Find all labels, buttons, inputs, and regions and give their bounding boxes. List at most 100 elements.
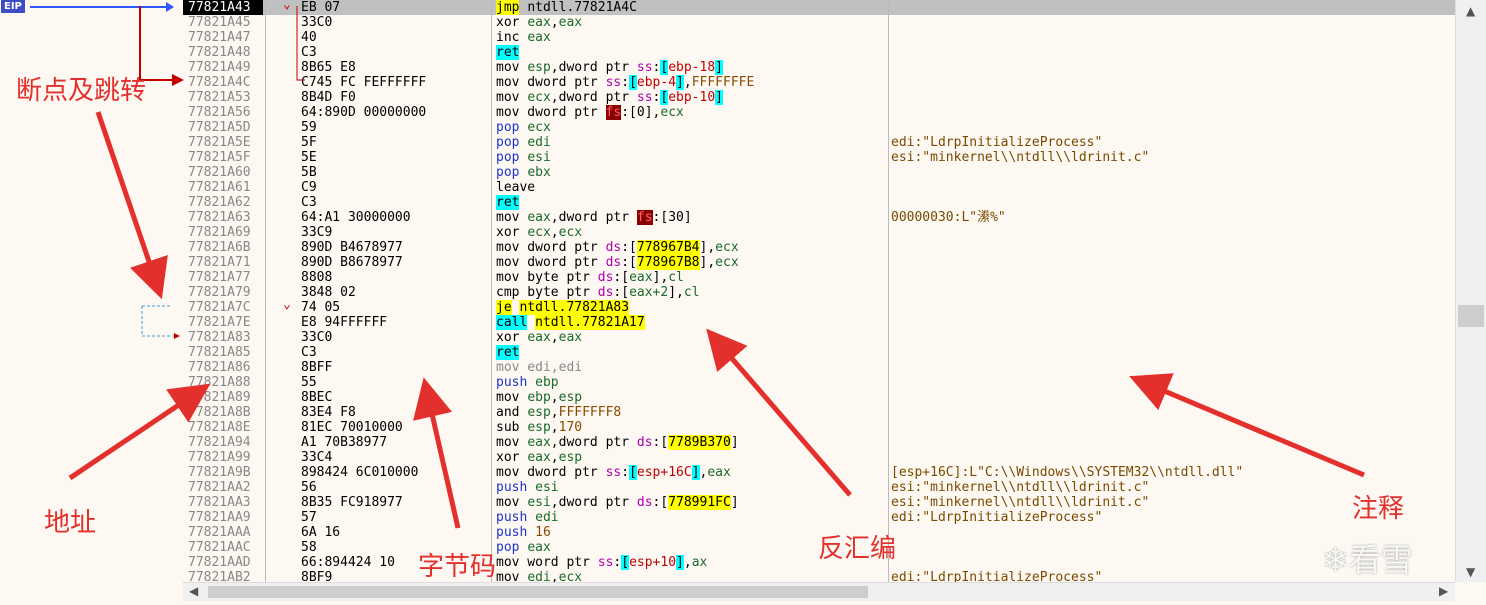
asm-token: ecx — [527, 120, 551, 135]
asm-token: eax — [527, 330, 551, 345]
asm-token: mov — [496, 60, 520, 75]
table-row[interactable]: 77821A4C C745 FC FEFFFFFF mov dword ptr ss… — [183, 75, 1455, 90]
horizontal-scrollbar[interactable]: ◀ ▶ — [183, 582, 1455, 601]
table-row[interactable]: 77821A45 33C0 xor eax,eax — [183, 15, 1455, 30]
table-row[interactable]: 77821A5D 59 pop ecx — [183, 120, 1455, 135]
bytes-cell: 83E4 F8 — [301, 405, 356, 420]
asm-token: ] — [730, 435, 739, 450]
table-row[interactable]: 77821A63 64:A1 30000000 mov eax,dword ptr … — [183, 210, 1455, 225]
table-row[interactable]: 77821AB2 8BF9 mov edi,ecx edi:"LdrpInitiali… — [183, 570, 1455, 582]
table-row[interactable]: 77821A56 64:890D 00000000 mov dword ptr fs… — [183, 105, 1455, 120]
asm-token: pop — [496, 150, 520, 165]
table-row[interactable]: 77821A89 8BEC mov ebp,esp — [183, 390, 1455, 405]
table-row[interactable]: 77821A88 55 push ebp — [183, 375, 1455, 390]
table-row[interactable]: 77821A99 33C4 xor eax,esp — [183, 450, 1455, 465]
asm-token: ], — [699, 255, 716, 270]
column-separator — [888, 0, 889, 582]
asm-token: : — [621, 75, 630, 90]
address-cell: 77821A5D — [188, 120, 251, 135]
scroll-right-icon[interactable]: ▶ — [1439, 584, 1448, 598]
asm-token: fs — [636, 210, 653, 225]
disassembly-cell: pop ecx — [496, 120, 551, 135]
asm-token: ecx — [558, 225, 583, 240]
table-row[interactable]: 77821A43 ⌄ EB 07 jmp ntdll.77821A4C — [183, 0, 1455, 15]
asm-token: , — [550, 570, 559, 582]
table-row[interactable]: 77821A86 8BFF mov edi,edi — [183, 360, 1455, 375]
asm-token: word ptr — [519, 555, 598, 570]
disassembly-cell: pop edi — [496, 135, 551, 150]
table-row[interactable]: 77821A61 C9 leave — [183, 180, 1455, 195]
vertical-scroll-thumb[interactable] — [1458, 305, 1484, 327]
table-row[interactable]: 77821A49 8B65 E8 mov esp,dword ptr ss:[ebp… — [183, 60, 1455, 75]
table-row[interactable]: 77821A60 5B pop ebx — [183, 165, 1455, 180]
asm-token: push — [496, 480, 528, 495]
scroll-down-icon[interactable]: ▼ — [1466, 565, 1475, 579]
table-row[interactable]: 77821A9B 898424 6C010000 mov dword ptr ss:… — [183, 465, 1455, 480]
disassembly-cell: xor eax,eax — [496, 15, 582, 30]
asm-token: 7789B370 — [668, 435, 731, 450]
disassembly-cell: mov ebp,esp — [496, 390, 582, 405]
asm-token: ] — [715, 90, 723, 105]
table-row[interactable]: 77821A7C ⌄ 74 05 je ntdll.77821A83 — [183, 297, 1455, 315]
asm-token: mov — [496, 75, 520, 90]
table-row[interactable]: 77821AA3 8B35 FC918977 mov esi,dword ptr d… — [183, 495, 1455, 510]
disassembly-cell: mov dword ptr fs:[0],ecx — [496, 105, 684, 120]
asm-token: ss — [597, 555, 614, 570]
asm-token: :[ — [613, 285, 630, 300]
table-row[interactable]: 77821A47 40 inc eax — [183, 30, 1455, 45]
asm-token: ds — [597, 285, 614, 300]
table-row[interactable]: 77821A7E E8 94FFFFFF call ntdll.77821A17 — [183, 315, 1455, 330]
table-row[interactable]: 77821A8B 83E4 F8 and esp,FFFFFFF8 — [183, 405, 1455, 420]
horizontal-scroll-thumb[interactable] — [208, 586, 868, 598]
table-row[interactable]: 77821A8E 81EC 70010000 sub esp,170 — [183, 420, 1455, 435]
table-row[interactable]: 77821A5F 5E pop esi esi:"minkernel\\ntdll\\… — [183, 150, 1455, 165]
table-row[interactable]: 77821A83 33C0 xor eax,eax — [183, 330, 1455, 345]
address-cell: 77821AAA — [188, 525, 251, 540]
disassembly-cell: sub esp,170 — [496, 420, 582, 435]
asm-token: ebp-18 — [668, 60, 716, 75]
bytes-cell: 57 — [301, 510, 317, 525]
vertical-scrollbar[interactable]: ▲ ▼ — [1455, 0, 1486, 582]
table-row[interactable]: 77821A71 890D B8678977 mov dword ptr ds:[7… — [183, 255, 1455, 270]
asm-token: ebp-4 — [636, 75, 677, 90]
address-cell: 77821A49 — [188, 60, 251, 75]
asm-token: mov — [496, 495, 520, 510]
scroll-left-icon[interactable]: ◀ — [189, 584, 198, 598]
asm-token: mov — [496, 210, 520, 225]
asm-token: xor — [496, 15, 520, 30]
table-row[interactable]: 77821A5E 5F pop edi edi:"LdrpInitializeProc… — [183, 135, 1455, 150]
asm-token: :[ — [613, 270, 630, 285]
asm-token: edi — [527, 135, 551, 150]
asm-token: ], — [668, 285, 684, 300]
scroll-up-icon[interactable]: ▲ — [1466, 4, 1475, 18]
table-row[interactable]: 77821AA9 57 push edi edi:"LdrpInitializePro… — [183, 510, 1455, 525]
table-row[interactable]: 77821A69 33C9 xor ecx,ecx — [183, 225, 1455, 240]
bytes-cell: 8BFF — [301, 360, 333, 375]
asm-token: mov — [496, 90, 520, 105]
table-row[interactable]: 77821A85 C3 ret — [183, 345, 1455, 360]
address-cell: 77821A48 — [188, 45, 251, 60]
address-cell: 77821A83 — [188, 330, 251, 345]
address-cell: 77821A88 — [188, 375, 251, 390]
table-row[interactable]: 77821A53 8B4D F0 mov ecx,dword ptr ss:[ebp… — [183, 90, 1455, 105]
bytes-cell: 58 — [301, 540, 317, 555]
table-row[interactable]: 77821A79 3848 02 cmp byte ptr ds:[eax+2],c… — [183, 285, 1455, 300]
table-row[interactable]: 77821A6B 890D B4678977 mov dword ptr ds:[7… — [183, 240, 1455, 255]
table-row[interactable]: 77821A94 A1 70B38977 mov eax,dword ptr ds:… — [183, 435, 1455, 450]
asm-token: pop — [496, 540, 520, 555]
address-cell: 77821A5F — [188, 150, 251, 165]
asm-token: ecx — [660, 105, 684, 120]
table-row[interactable]: 77821AA2 56 push esi esi:"minkernel\\ntdll\… — [183, 480, 1455, 495]
asm-token: 16 — [535, 525, 551, 540]
bytes-cell: 74 05 — [301, 300, 341, 315]
asm-token: , — [550, 15, 559, 30]
bytes-cell: 56 — [301, 480, 317, 495]
disassembly-cell: mov ecx,dword ptr ss:[ebp-10] — [496, 90, 723, 105]
table-row[interactable]: 77821A77 8808 mov byte ptr ds:[eax],cl — [183, 270, 1455, 285]
disassembly-view[interactable]: 77821A43 ⌄ EB 07 jmp ntdll.77821A4C 77821A45… — [183, 0, 1455, 582]
table-row[interactable]: 77821A62 C3 ret — [183, 195, 1455, 210]
asm-token: dword ptr — [519, 240, 606, 255]
table-row[interactable]: 77821A48 C3 ret — [183, 45, 1455, 60]
address-cell: 77821A71 — [188, 255, 251, 270]
asm-token: pop — [496, 135, 520, 150]
